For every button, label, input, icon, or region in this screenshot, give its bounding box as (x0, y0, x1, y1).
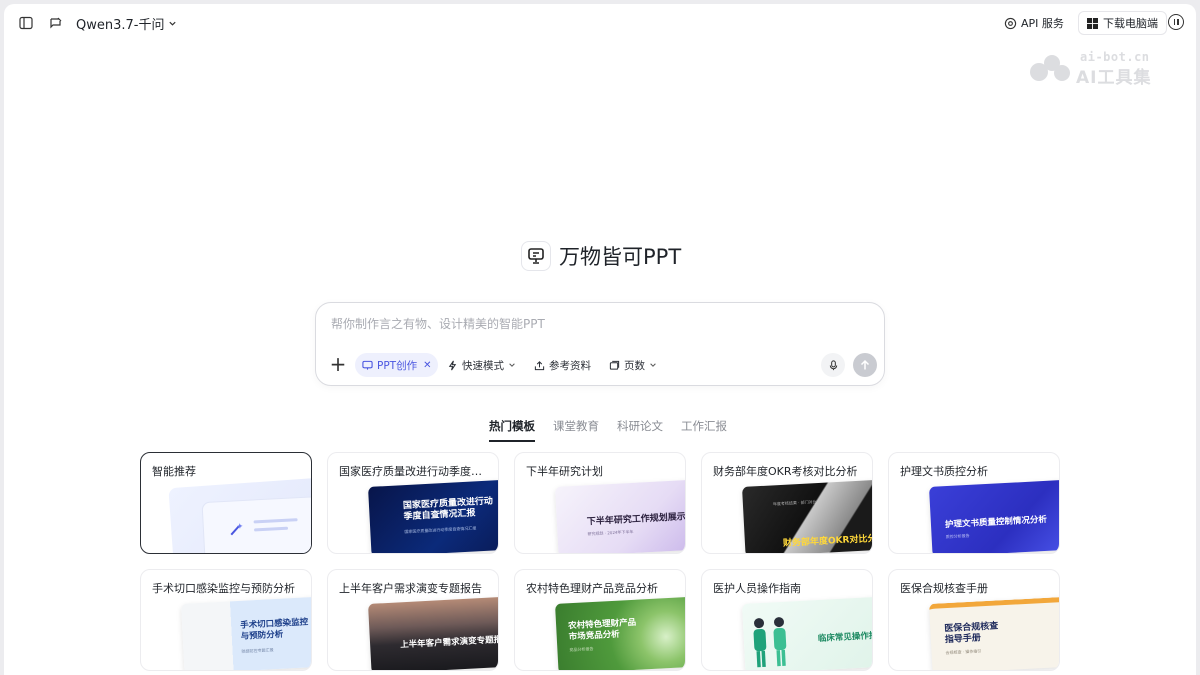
template-title: 国家医疗质量改进行动季度自... (339, 465, 489, 478)
template-card[interactable]: 手术切口感染监控与预防分析 手术切口感染监控 与预防分析 院感防控专题汇报 (140, 569, 312, 671)
template-card[interactable]: 下半年研究计划 下半年研究工作规划展示 研究规划 · 2024年下半年 (514, 452, 686, 554)
magic-wand-icon (230, 523, 243, 536)
template-card[interactable]: 农村特色理财产品竞品分析 农村特色理财产品 市场竞品分析 竞品分析报告 (514, 569, 686, 671)
medical-staff-illustration (753, 617, 787, 668)
cover-title: 医保合规核查 指导手册 (944, 621, 999, 646)
chevron-down-icon (169, 21, 177, 26)
api-label: API 服务 (1021, 17, 1064, 30)
watermark-text: AI工具集 (1076, 68, 1152, 88)
chevron-down-icon (650, 363, 656, 367)
template-cover: 农村特色理财产品 市场竞品分析 竞品分析报告 (555, 596, 685, 670)
composer: + PPT创作 ✕ 快速模式 参考资料 页数 (315, 302, 885, 386)
quick-mode-dropdown[interactable]: 快速模式 (447, 355, 516, 375)
new-chat-icon[interactable] (48, 15, 64, 31)
prompt-input[interactable] (331, 317, 851, 331)
microphone-icon (829, 359, 837, 370)
tab-hot-templates[interactable]: 热门模板 (489, 418, 535, 442)
pages-icon (609, 360, 620, 370)
model-selector[interactable]: Qwen3.7-千问 (76, 13, 177, 33)
template-title: 上半年客户需求演变专题报告 (339, 582, 482, 595)
template-card[interactable]: 护理文书质控分析 护理文书质量控制情况分析 质控分析报告 (888, 452, 1060, 554)
template-cover: 手术切口感染监控 与预防分析 院感防控专题汇报 (181, 596, 311, 670)
pages-label: 页数 (624, 359, 645, 372)
watermark-logo-icon (1030, 55, 1070, 81)
api-icon (1004, 17, 1017, 29)
cover-title: 临床常见操作指 (817, 630, 873, 645)
template-card[interactable]: 国家医疗质量改进行动季度自... 国家医疗质量改进行动 季度自查情况汇报 国家医… (327, 452, 499, 554)
template-title: 财务部年度OKR考核对比分析 (713, 465, 858, 478)
template-title: 医护人员操作指南 (713, 582, 801, 595)
template-card[interactable]: 医护人员操作指南 临床常见操作指 (701, 569, 873, 671)
hero-title: 万物皆可PPT (559, 245, 682, 269)
template-title: 护理文书质控分析 (900, 465, 988, 478)
cover-subtitle: 合规核查 · 操作指引 (945, 648, 982, 656)
cover-subtitle: 质控分析报告 (945, 532, 970, 540)
template-cover: 护理文书质量控制情况分析 质控分析报告 (929, 479, 1059, 553)
template-card[interactable]: 财务部年度OKR考核对比分析 财务部年度OKR对比分析 年度考核结果 · 部门对… (701, 452, 873, 554)
cover-title: 下半年研究工作规划展示 (586, 512, 686, 528)
template-title: 医保合规核查手册 (900, 582, 988, 595)
arrow-up-icon (860, 359, 870, 370)
close-icon[interactable]: ✕ (423, 360, 431, 371)
cover-title: 护理文书质量控制情况分析 (944, 514, 1048, 531)
cover-subtitle: 国家医疗质量改进行动季度自查情况汇报 (404, 525, 477, 535)
template-card[interactable]: 上半年客户需求演变专题报告 上半年客户需求演变专题报告 (327, 569, 499, 671)
template-cover: 国家医疗质量改进行动 季度自查情况汇报 国家医疗质量改进行动季度自查情况汇报 (368, 479, 498, 553)
template-cover: 医保合规核查 指导手册 合规核查 · 操作指引 (929, 596, 1059, 670)
template-title: 下半年研究计划 (526, 465, 603, 478)
sidebar-toggle-icon[interactable] (18, 15, 34, 31)
cover-title: 手术切口感染监控 与预防分析 (239, 617, 309, 642)
chevron-down-icon (509, 363, 515, 367)
template-cover: 下半年研究工作规划展示 研究规划 · 2024年下半年 (555, 479, 686, 553)
upload-icon (534, 360, 545, 370)
cover-title: 国家医疗质量改进行动 季度自查情况汇报 (402, 496, 494, 523)
template-title: 农村特色理财产品竞品分析 (526, 582, 658, 595)
cover-subtitle: 研究规划 · 2024年下半年 (587, 528, 634, 537)
template-tabs: 热门模板 课堂教育 科研论文 工作汇报 (489, 418, 727, 442)
cover-title: 农村特色理财产品 市场竞品分析 (567, 617, 637, 642)
ppt-icon (362, 360, 373, 370)
reference-label: 参考资料 (549, 359, 591, 372)
quick-mode-label: 快速模式 (462, 359, 504, 372)
app-window: Qwen3.7-千问 API 服务 下载电脑端 ai-bot.cn AI工具集 … (4, 4, 1196, 675)
cover-title: 上半年客户需求演变专题报告 (399, 634, 499, 651)
watermark: ai-bot.cn AI工具集 (1028, 50, 1168, 88)
watermark-url: ai-bot.cn (1080, 50, 1150, 64)
template-title: 智能推荐 (152, 465, 196, 478)
add-attachment-button[interactable]: + (329, 354, 347, 374)
page-count-dropdown[interactable]: 页数 (609, 355, 657, 375)
template-cover: 财务部年度OKR对比分析 年度考核结果 · 部门对比 (742, 479, 873, 553)
template-cover-card (201, 495, 311, 553)
lightning-icon (448, 360, 457, 370)
template-title: 手术切口感染监控与预防分析 (152, 582, 295, 595)
pause-icon[interactable] (1168, 14, 1184, 30)
ppt-mode-chip[interactable]: PPT创作 ✕ (355, 353, 439, 377)
hero-heading: 万物皆可PPT (521, 239, 681, 273)
tab-research[interactable]: 科研论文 (617, 418, 663, 442)
template-card[interactable]: 医保合规核查手册 医保合规核查 指导手册 合规核查 · 操作指引 (888, 569, 1060, 671)
tab-work-report[interactable]: 工作汇报 (681, 418, 727, 442)
ppt-logo-icon (521, 241, 551, 271)
cover-title: 财务部年度OKR对比分析 (782, 533, 873, 549)
template-card-smart-recommend[interactable]: 智能推荐 (140, 452, 312, 554)
cover-subtitle: 竞品分析报告 (569, 646, 594, 653)
send-button[interactable] (853, 353, 877, 377)
chip-label: PPT创作 (377, 359, 418, 372)
download-desktop-button[interactable]: 下载电脑端 (1078, 11, 1167, 35)
top-bar: Qwen3.7-千问 API 服务 下载电脑端 (4, 4, 1196, 42)
windows-icon (1087, 17, 1098, 29)
api-service-button[interactable]: API 服务 (1004, 12, 1064, 34)
model-name: Qwen3.7-千问 (76, 17, 165, 33)
template-cover: 上半年客户需求演变专题报告 (368, 596, 499, 670)
template-cover: 临床常见操作指 (742, 596, 873, 670)
cover-subtitle: 年度考核结果 · 部门对比 (772, 499, 817, 507)
reference-button[interactable]: 参考资料 (534, 355, 591, 375)
microphone-button[interactable] (821, 353, 845, 377)
tab-classroom[interactable]: 课堂教育 (553, 418, 599, 442)
cover-subtitle: 院感防控专题汇报 (241, 647, 274, 654)
download-label: 下载电脑端 (1103, 17, 1158, 30)
